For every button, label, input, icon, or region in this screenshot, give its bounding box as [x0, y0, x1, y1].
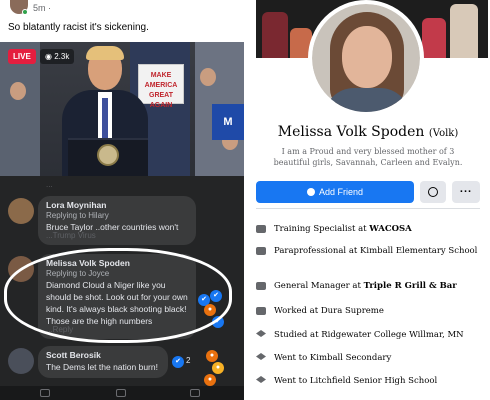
commenter-name[interactable]: Lora Moynihan — [46, 200, 188, 210]
info-text: Worked at Dura Supreme — [274, 306, 384, 316]
briefcase-icon — [256, 247, 266, 255]
briefcase-icon — [256, 282, 266, 290]
briefcase-icon — [256, 225, 266, 233]
faded-comment-text: ... — [46, 180, 53, 189]
add-friend-label: Add Friend — [318, 187, 364, 197]
viewer-count-value: 2.3k — [54, 52, 70, 61]
post-caption: So blatantly racist it's sickening. — [8, 22, 149, 33]
nav-video-icon[interactable] — [116, 389, 126, 397]
profile-picture[interactable] — [308, 0, 424, 116]
profile-alternate-name: (Volk) — [428, 128, 459, 139]
reaction-count: 2 — [186, 356, 191, 365]
info-text: Went to Kimball Secondary — [274, 353, 392, 363]
live-badge: LIVE — [8, 49, 36, 64]
add-friend-icon — [306, 188, 315, 196]
nav-menu-icon[interactable] — [190, 389, 200, 397]
nav-home-icon[interactable] — [40, 389, 50, 397]
commenter-avatar[interactable] — [8, 348, 34, 374]
bottom-nav-bar — [0, 386, 244, 400]
profile-name-text: Melissa Volk Spoden — [277, 124, 425, 140]
comment-text: The Dems let the nation burn! — [46, 362, 158, 372]
cover-figure — [422, 18, 446, 58]
profile-photo-face — [342, 26, 392, 88]
crowd-face — [200, 68, 216, 86]
comment-bubble[interactable]: Lora Moynihan Replying to Hilary Bruce T… — [38, 196, 196, 245]
crowd-sign: MAKE AMERICA GREAT AGAIN — [138, 64, 184, 109]
blue-campaign-sign: M — [212, 104, 244, 140]
online-status-dot — [22, 9, 28, 15]
briefcase-icon — [256, 307, 266, 315]
like-reaction-icon[interactable]: ✔ — [172, 356, 184, 368]
info-text: Went to Litchfield Senior High School — [274, 376, 438, 386]
highlight-circle — [4, 248, 232, 343]
presidential-seal — [97, 144, 119, 166]
speaker-tie — [102, 98, 108, 138]
graduation-cap-icon — [256, 376, 266, 383]
post-header: 5m · So blatantly racist it's sickening. — [0, 0, 244, 42]
angry-reaction-icon[interactable]: ● — [206, 350, 218, 362]
cover-figure — [262, 12, 288, 58]
workplace-link[interactable]: WACOSA — [369, 224, 412, 234]
comment-bubble[interactable]: Scott Berosik The Dems let the nation bu… — [38, 346, 168, 378]
graduation-cap-icon — [256, 353, 266, 360]
graduation-cap-icon — [256, 330, 266, 337]
workplace-link[interactable]: Triple R Grill & Bar — [364, 281, 457, 291]
message-button[interactable] — [420, 181, 446, 203]
live-video-screenshot: 5m · So blatantly racist it's sickening.… — [0, 0, 244, 400]
eye-icon: ◉ — [45, 52, 55, 61]
profile-screenshot: Melissa Volk Spoden (Volk) I am a Proud … — [246, 0, 490, 400]
viewer-count: ◉ 2.3k — [40, 49, 75, 64]
info-text: Training Specialist at WACOSA — [274, 224, 412, 234]
angry-reaction-icon[interactable]: ● — [204, 374, 216, 386]
commenter-name[interactable]: Scott Berosik — [46, 350, 160, 360]
info-text: General Manager at Triple R Grill & Bar — [274, 281, 457, 291]
profile-name: Melissa Volk Spoden (Volk) — [246, 124, 490, 140]
add-friend-button[interactable]: Add Friend — [256, 181, 414, 203]
info-text: Paraprofessional at Kimball Elementary S… — [274, 246, 478, 256]
messenger-icon — [428, 187, 438, 197]
live-video-player[interactable]: MAKE AMERICA GREAT AGAIN M LIVE ◉ 2.3k — [0, 42, 244, 176]
profile-bio: I am a Proud and very blessed mother of … — [273, 147, 463, 167]
post-timestamp: 5m · — [33, 3, 51, 13]
more-options-button[interactable]: ... — [452, 181, 480, 203]
commenter-avatar[interactable] — [8, 198, 34, 224]
crowd-face — [10, 82, 26, 100]
cover-figure — [450, 4, 478, 58]
info-text: Studied at Ridgewater College Willmar, M… — [274, 330, 464, 340]
haha-reaction-icon[interactable]: ● — [212, 362, 224, 374]
speaker-hair — [86, 46, 124, 60]
reply-to-label: Replying to Hilary — [46, 211, 109, 220]
section-divider — [256, 208, 480, 209]
